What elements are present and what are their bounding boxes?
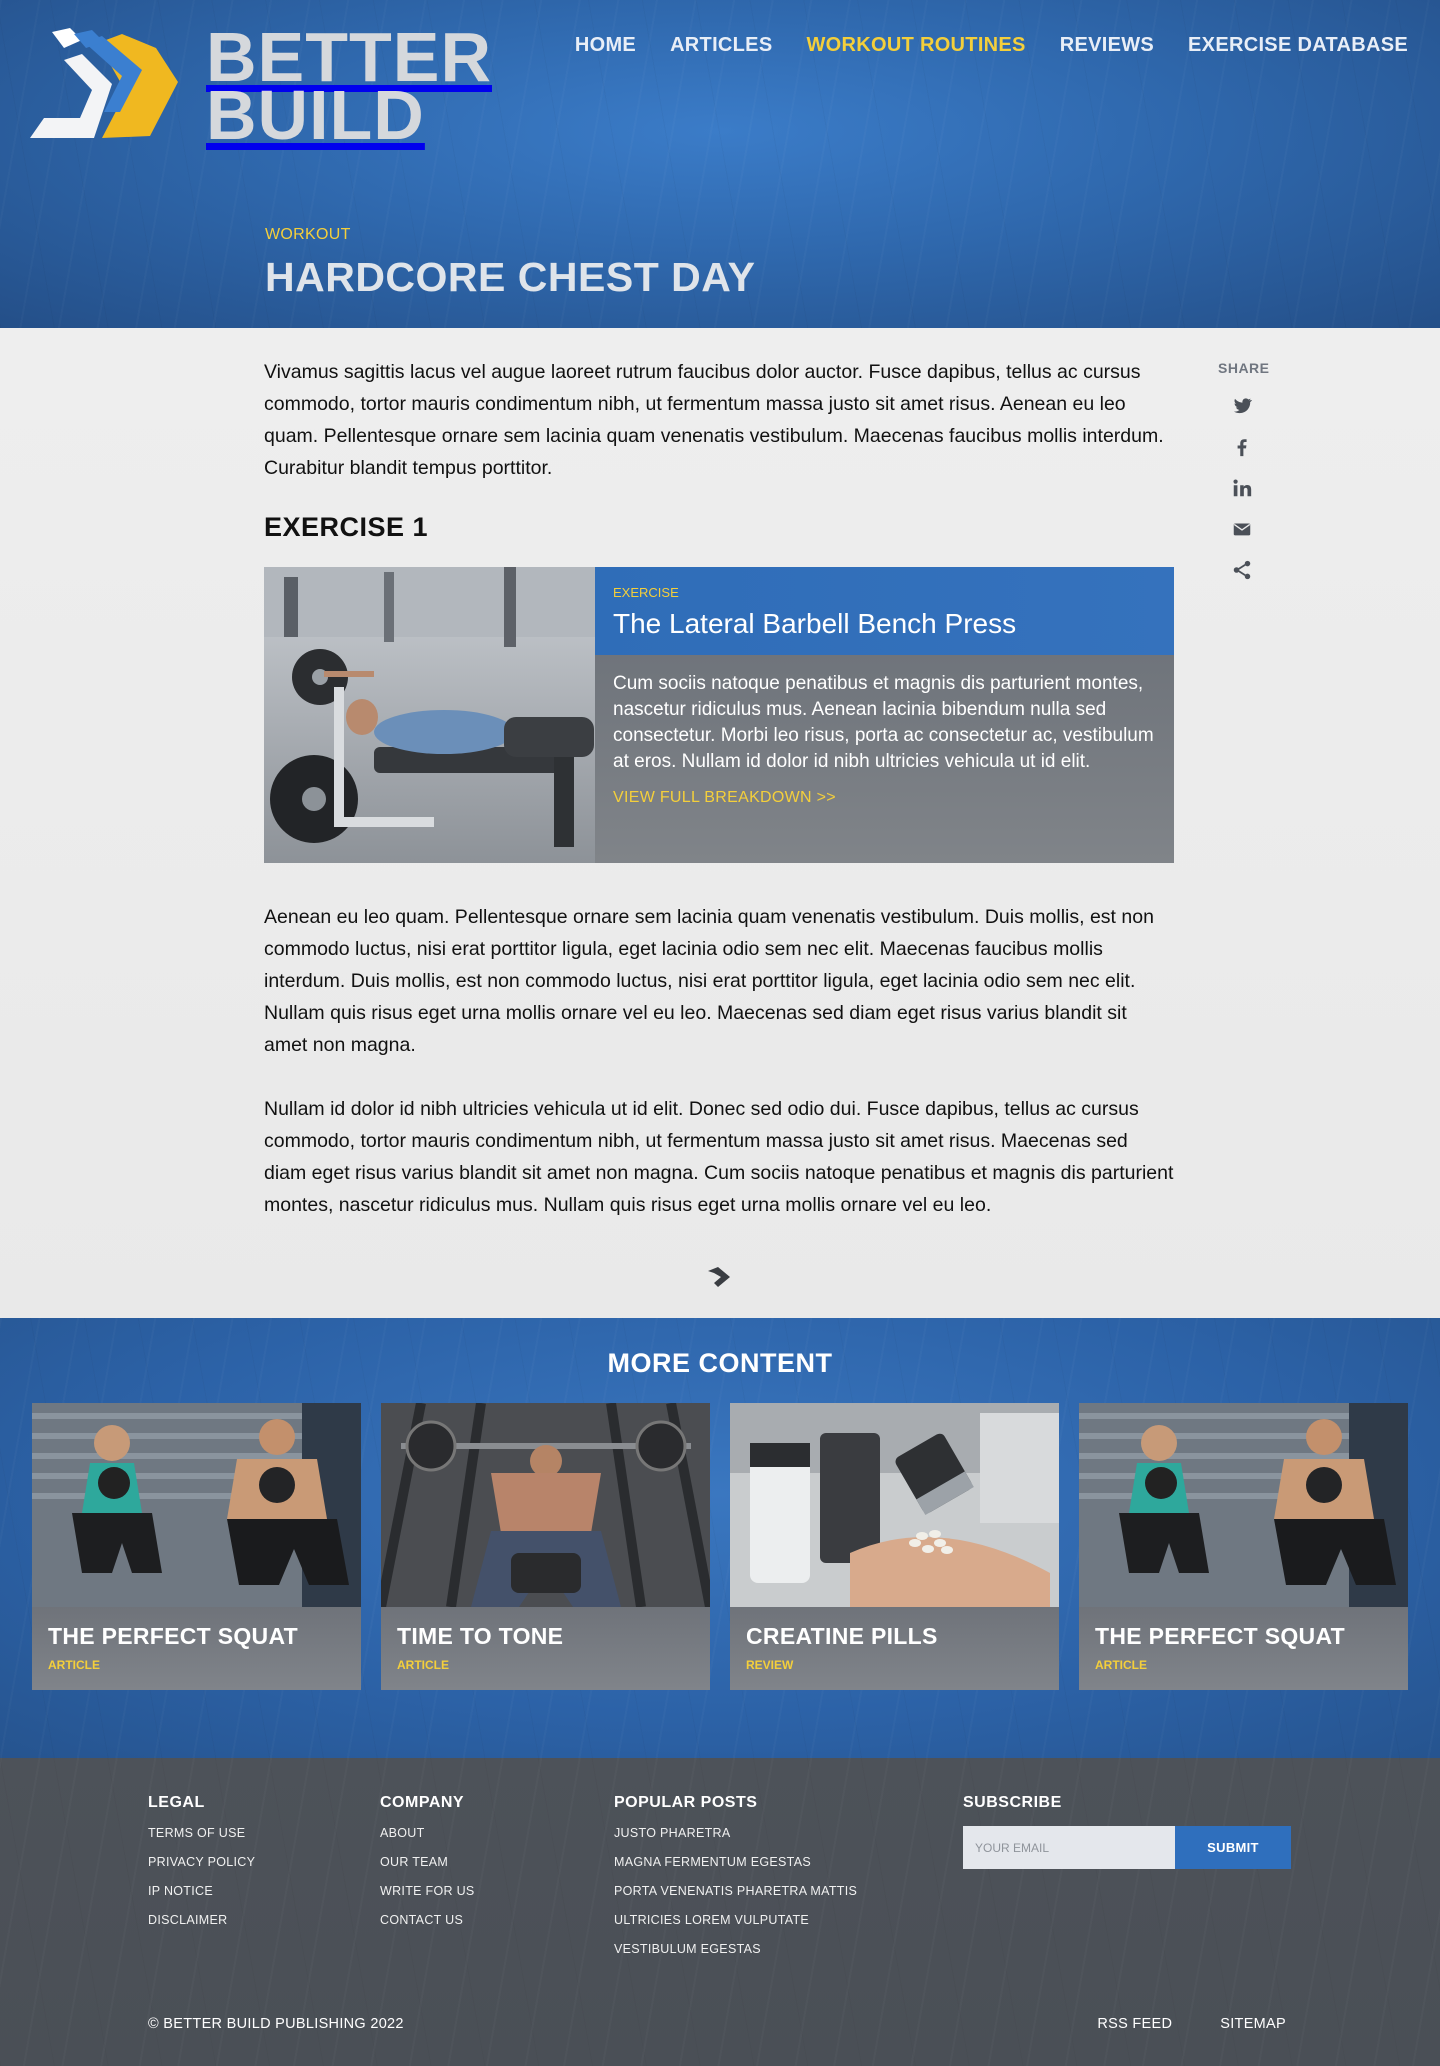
footer-link-about[interactable]: ABOUT (380, 1826, 475, 1840)
exercise-kicker: EXERCISE (613, 585, 679, 600)
article-area: Vivamus sagittis lacus vel augue laoreet… (0, 328, 1440, 1318)
exercise-card-details: Cum sociis natoque penatibus et magnis d… (595, 655, 1174, 863)
squat-image (1079, 1403, 1408, 1607)
hero-category: WORKOUT (265, 226, 351, 243)
rss-feed-link[interactable]: RSS FEED (1097, 2016, 1172, 2032)
exercise-description: Cum sociis natoque penatibus et magnis d… (613, 673, 1154, 772)
footer-company-heading: COMPANY (380, 1794, 465, 1811)
nav-exercise-database[interactable]: EXERCISE DATABASE (1188, 34, 1408, 57)
logo[interactable]: BETTER BUILD (30, 22, 492, 150)
nav-home[interactable]: HOME (575, 34, 636, 57)
article-paragraph-3: Nullam id dolor id nibh ultricies vehicu… (264, 1098, 1174, 1216)
facebook-icon[interactable] (1231, 436, 1253, 458)
logo-icon (30, 28, 178, 138)
content-card[interactable]: THE PERFECT SQUAT ARTICLE (32, 1403, 361, 1690)
card-tag: ARTICLE (1095, 1658, 1147, 1672)
footer-popular-link[interactable]: JUSTO PHARETRA (614, 1826, 857, 1840)
email-icon[interactable] (1231, 518, 1253, 540)
page-title: HARDCORE CHEST DAY (265, 254, 756, 300)
article-paragraph-2: Aenean eu leo quam. Pellentesque ornare … (264, 906, 1154, 1056)
twitter-icon[interactable] (1231, 395, 1253, 417)
card-title: CREATINE PILLS (746, 1623, 938, 1649)
subscribe-form: SUBMIT (963, 1826, 1291, 1869)
card-body: TIME TO TONE ARTICLE (381, 1607, 710, 1690)
card-body: THE PERFECT SQUAT ARTICLE (1079, 1607, 1408, 1690)
exercise-card[interactable]: EXERCISE The Lateral Barbell Bench Press… (264, 567, 1174, 863)
logo-wordmark: BETTER BUILD (206, 22, 492, 150)
card-title: TIME TO TONE (397, 1623, 564, 1649)
card-body: CREATINE PILLS REVIEW (730, 1607, 1059, 1690)
nav-reviews[interactable]: REVIEWS (1060, 34, 1154, 57)
main-nav: HOME ARTICLES WORKOUT ROUTINES REVIEWS E… (575, 34, 1408, 57)
card-body: THE PERFECT SQUAT ARTICLE (32, 1607, 361, 1690)
footer-subscribe-column: SUBSCRIBE SUBMIT (963, 1794, 1291, 1869)
creatine-pills-image (730, 1403, 1059, 1607)
view-full-breakdown-link[interactable]: VIEW FULL BREAKDOWN >> (613, 789, 836, 807)
nav-articles[interactable]: ARTICLES (670, 34, 772, 57)
site-header: BETTER BUILD HOME ARTICLES WORKOUT ROUTI… (0, 0, 1440, 328)
article-intro: Vivamus sagittis lacus vel augue laoreet… (264, 361, 1164, 479)
footer-link-contact[interactable]: CONTACT US (380, 1913, 475, 1927)
submit-button[interactable]: SUBMIT (1175, 1826, 1291, 1869)
card-tag: REVIEW (746, 1658, 794, 1672)
footer-company-column: COMPANY ABOUT OUR TEAM WRITE FOR US CONT… (380, 1794, 475, 1942)
linkedin-icon[interactable] (1231, 477, 1253, 499)
copyright: © BETTER BUILD PUBLISHING 2022 (148, 2016, 404, 2032)
site-footer: LEGAL TERMS OF USE PRIVACY POLICY IP NOT… (0, 1758, 1440, 2066)
email-field[interactable] (963, 1826, 1175, 1869)
card-tag: ARTICLE (48, 1658, 100, 1672)
content-card[interactable]: TIME TO TONE ARTICLE (381, 1403, 710, 1690)
footer-legal-column: LEGAL TERMS OF USE PRIVACY POLICY IP NOT… (148, 1794, 255, 1942)
next-arrow-icon[interactable] (706, 1263, 732, 1289)
sitemap-link[interactable]: SITEMAP (1220, 2016, 1286, 2032)
footer-popular-link[interactable]: ULTRICIES LOREM VULPUTATE (614, 1913, 857, 1927)
footer-link-ip-notice[interactable]: IP NOTICE (148, 1884, 255, 1898)
content-card[interactable]: CREATINE PILLS REVIEW (730, 1403, 1059, 1690)
more-content-cards: THE PERFECT SQUAT ARTICLE TIME TO TONE A… (32, 1403, 1408, 1690)
exercise-card-header: EXERCISE The Lateral Barbell Bench Press (595, 567, 1174, 655)
squat-image (32, 1403, 361, 1607)
article-content: Vivamus sagittis lacus vel augue laoreet… (264, 356, 1174, 1289)
content-card[interactable]: THE PERFECT SQUAT ARTICLE (1079, 1403, 1408, 1690)
nav-workout-routines[interactable]: WORKOUT ROUTINES (806, 34, 1025, 57)
footer-popular-heading: POPULAR POSTS (614, 1794, 758, 1811)
footer-subscribe-heading: SUBSCRIBE (963, 1794, 1062, 1811)
share-icon[interactable] (1231, 559, 1253, 581)
footer-popular-column: POPULAR POSTS JUSTO PHARETRA MAGNA FERME… (614, 1794, 857, 1971)
footer-legal-heading: LEGAL (148, 1794, 205, 1811)
footer-popular-link[interactable]: PORTA VENENATIS PHARETRA MATTIS (614, 1884, 857, 1898)
card-title: THE PERFECT SQUAT (1095, 1623, 1346, 1649)
footer-link-our-team[interactable]: OUR TEAM (380, 1855, 475, 1869)
hero-heading: WORKOUT HARDCORE CHEST DAY (265, 226, 755, 301)
share-label: SHARE (1218, 360, 1270, 376)
footer-link-terms[interactable]: TERMS OF USE (148, 1826, 255, 1840)
card-title: THE PERFECT SQUAT (48, 1623, 299, 1649)
card-tag: ARTICLE (397, 1658, 449, 1672)
more-content-section: MORE CONTENT THE PERFECT SQUAT ARTICLE T… (0, 1318, 1440, 1758)
footer-link-disclaimer[interactable]: DISCLAIMER (148, 1913, 255, 1927)
bench-press-image (381, 1403, 710, 1607)
exercise-card-body: EXERCISE The Lateral Barbell Bench Press… (595, 567, 1174, 863)
exercise-title[interactable]: The Lateral Barbell Bench Press (613, 608, 1156, 640)
share-bar: SHARE (1218, 360, 1270, 581)
footer-popular-link[interactable]: VESTIBULUM EGESTAS (614, 1942, 857, 1956)
footer-popular-link[interactable]: MAGNA FERMENTUM EGESTAS (614, 1855, 857, 1869)
more-content-title: MORE CONTENT (607, 1348, 833, 1378)
footer-link-write-for-us[interactable]: WRITE FOR US (380, 1884, 475, 1898)
footer-link-privacy[interactable]: PRIVACY POLICY (148, 1855, 255, 1869)
footer-bottom-links: RSS FEED SITEMAP (1097, 2016, 1286, 2032)
exercise-heading: EXERCISE 1 (264, 512, 429, 542)
bench-press-image (264, 567, 595, 863)
